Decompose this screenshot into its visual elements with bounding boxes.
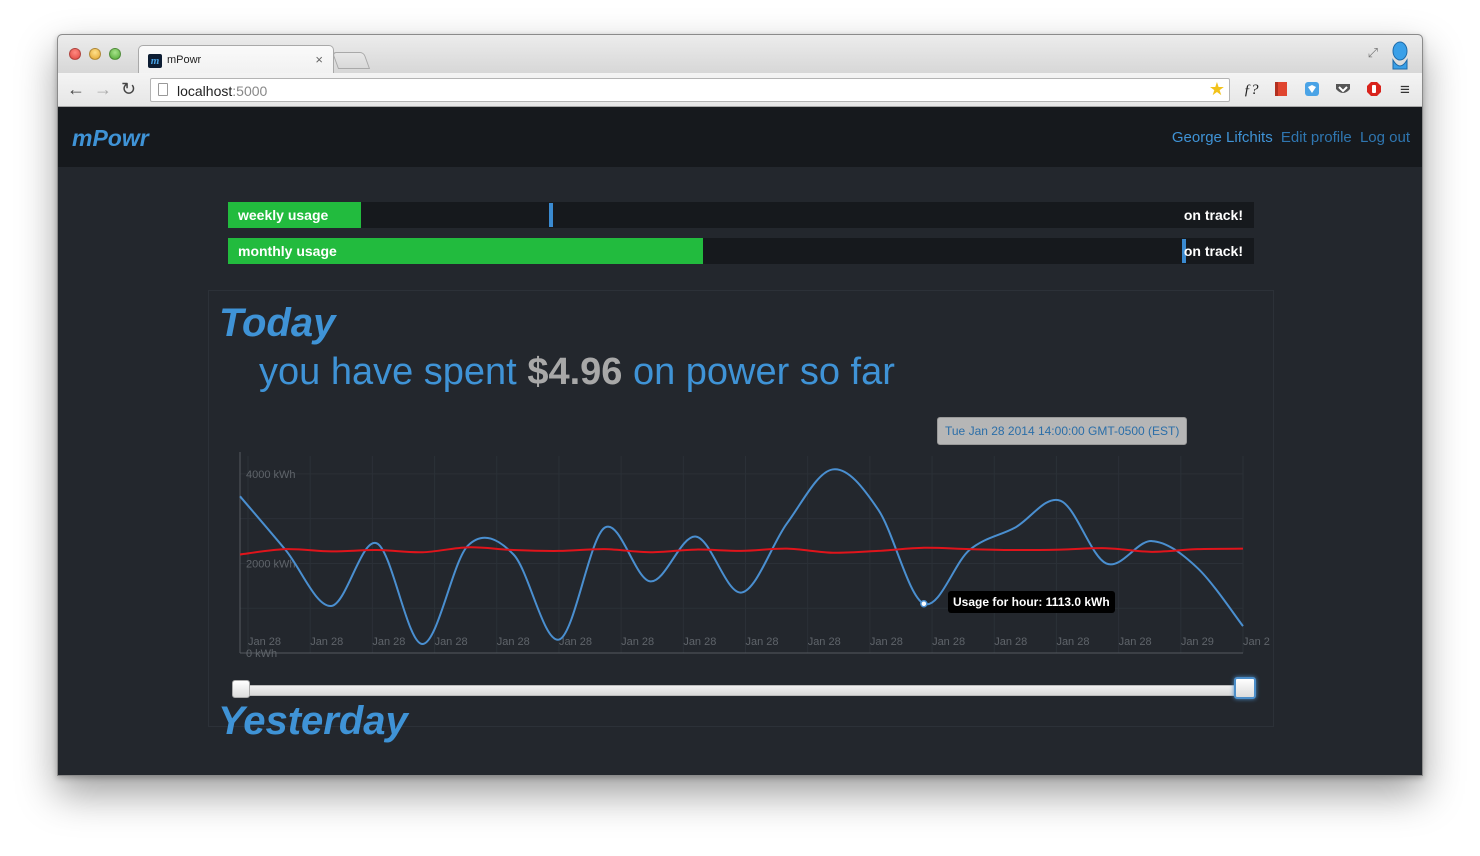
- shield-extension-icon[interactable]: [1303, 81, 1321, 99]
- zoom-window-button[interactable]: [109, 48, 121, 60]
- monthly-usage-bar: monthly usage on track!: [228, 238, 1254, 264]
- browser-window: m mPowr × ⤢ ← → ↻ localhost:5000 ★ ƒ? ≡ …: [57, 34, 1423, 776]
- weekly-usage-label: weekly usage: [238, 207, 329, 223]
- back-arrow-icon[interactable]: ←: [67, 79, 85, 99]
- menu-icon[interactable]: ≡: [1396, 81, 1414, 99]
- highlighted-data-point: [920, 600, 928, 608]
- monthly-usage-status: on track!: [1183, 243, 1243, 259]
- chart-x-tick-label: Jan 29: [1181, 636, 1214, 648]
- chart-x-tick-label: Jan 28: [497, 636, 530, 648]
- font-extension-icon[interactable]: ƒ?: [1242, 81, 1260, 99]
- weekly-usage-marker: [549, 203, 554, 227]
- chart-y-tick-label: 4000 kWh: [246, 469, 296, 481]
- page-icon: [158, 83, 168, 96]
- nav-links: George Lifchits Edit profile Log out: [1168, 129, 1410, 146]
- usage-series-line: [239, 468, 1244, 646]
- chart-x-tick-label: Jan 28: [1056, 636, 1089, 648]
- tab-title: mPowr: [167, 54, 202, 66]
- chart-x-tick-label: Jan 28: [621, 636, 654, 648]
- chart-x-tick-label: Jan 28: [1119, 636, 1152, 648]
- chart-x-tick-label: Jan 28: [435, 636, 468, 648]
- date-tooltip: Tue Jan 28 2014 14:00:00 GMT-0500 (EST): [937, 417, 1188, 445]
- chart-x-tick-label: Jan 28: [683, 636, 716, 648]
- chart-y-tick-label: 0 kWh: [246, 648, 277, 660]
- bookmark-extension-icon[interactable]: [1272, 81, 1290, 99]
- today-panel: Today you have spent $4.96 on power so f…: [208, 290, 1274, 727]
- usage-tooltip: Usage for hour: 1113.0 kWh: [948, 591, 1115, 613]
- top-navbar: mPowr George Lifchits Edit profile Log o…: [58, 107, 1422, 167]
- range-slider-track[interactable]: [234, 685, 1254, 696]
- url-text[interactable]: localhost:5000: [177, 83, 267, 99]
- adblock-extension-icon[interactable]: [1365, 81, 1383, 99]
- fullscreen-icon[interactable]: ⤢: [1368, 45, 1378, 61]
- logout-link[interactable]: Log out: [1360, 129, 1410, 146]
- chart-x-tick-label: Jan 28: [808, 636, 841, 648]
- average-series-line: [239, 546, 1244, 556]
- bookmark-star-icon[interactable]: ★: [1209, 79, 1225, 100]
- yesterday-title: Yesterday: [218, 699, 408, 743]
- chart-x-tick-label: Jan 28: [932, 636, 965, 648]
- new-tab-button[interactable]: [331, 52, 371, 69]
- page-content: mPowr George Lifchits Edit profile Log o…: [58, 107, 1422, 775]
- weekly-usage-status: on track!: [1183, 207, 1243, 223]
- monthly-usage-label: monthly usage: [238, 243, 337, 259]
- chart-y-tick-label: 2000 kWh: [246, 558, 296, 570]
- usage-line-chart[interactable]: 4000 kWh2000 kWh0 kWhJan 28 Jan 28 Jan 28 J…: [209, 291, 1275, 671]
- tab-strip: m mPowr × ⤢: [58, 35, 1422, 74]
- brand-logo[interactable]: mPowr: [72, 125, 149, 152]
- browser-toolbar: ← → ↻ localhost:5000 ★ ƒ? ≡: [58, 73, 1422, 107]
- chart-x-tick-label: Jan 28: [870, 636, 903, 648]
- edit-profile-link[interactable]: Edit profile: [1281, 129, 1352, 146]
- address-bar[interactable]: localhost:5000 ★: [150, 78, 1230, 102]
- chart-x-tick-label: Jan 28: [248, 636, 281, 648]
- chart-x-tick-label: Jan 28: [746, 636, 779, 648]
- weekly-usage-bar: weekly usage on track!: [228, 202, 1254, 228]
- range-slider-left-handle[interactable]: [232, 680, 250, 698]
- reload-icon[interactable]: ↻: [121, 79, 136, 99]
- url-host: localhost: [177, 83, 233, 99]
- chart-x-tick-label: Jan 28: [994, 636, 1027, 648]
- tab-close-icon[interactable]: ×: [315, 52, 323, 67]
- forward-arrow-icon[interactable]: →: [94, 79, 112, 99]
- chart-x-tick-label: Jan 28: [559, 636, 592, 648]
- profile-avatar-icon[interactable]: [1390, 40, 1410, 70]
- nav-user-name[interactable]: George Lifchits: [1172, 129, 1273, 146]
- browser-tab-mpowr[interactable]: m mPowr ×: [138, 45, 334, 74]
- chart-x-tick-label: Jan 28: [310, 636, 343, 648]
- minimize-window-button[interactable]: [89, 48, 101, 60]
- close-window-button[interactable]: [69, 48, 81, 60]
- mpowr-favicon-icon: m: [148, 54, 162, 68]
- chart-x-tick-label: Jan 28: [372, 636, 405, 648]
- url-port: :5000: [232, 83, 268, 99]
- pocket-extension-icon[interactable]: [1334, 81, 1352, 99]
- chart-x-tick-label: Jan 2: [1243, 636, 1270, 648]
- range-slider-right-handle[interactable]: [1234, 677, 1256, 699]
